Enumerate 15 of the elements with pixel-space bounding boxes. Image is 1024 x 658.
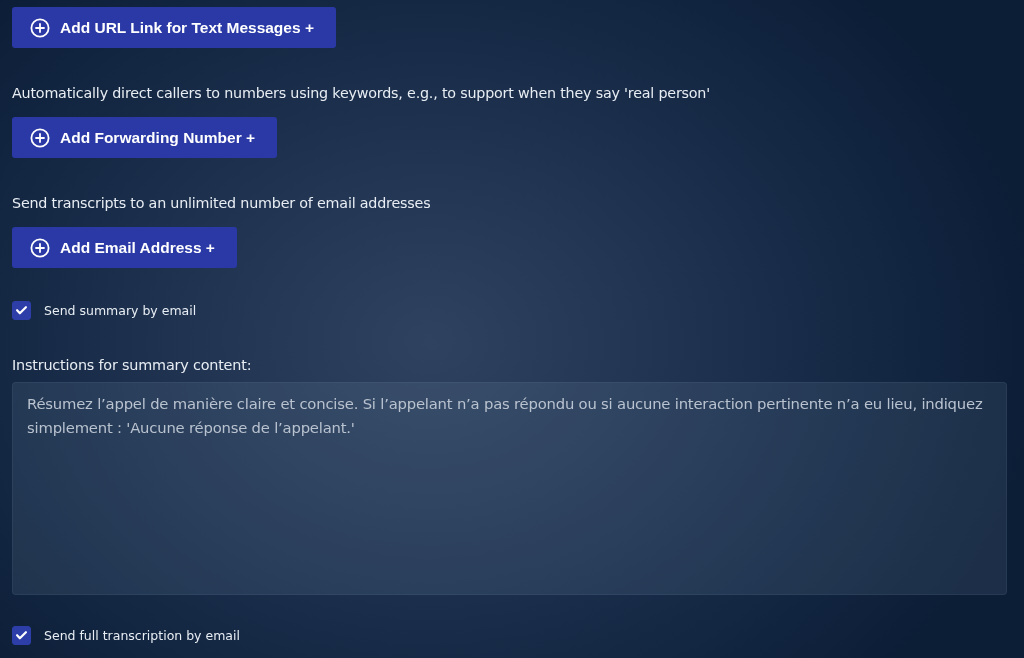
add-button[interactable]: Add URL Link for Text Messages + bbox=[12, 7, 336, 48]
description-text: Send transcripts to an unlimited number of email addresses bbox=[12, 194, 431, 213]
field-label: Instructions for summary content: bbox=[12, 356, 253, 375]
checkbox-label: Send summary by email bbox=[44, 301, 197, 320]
plus-circle-icon bbox=[30, 237, 50, 258]
checkbox-label: Send full transcription by email bbox=[44, 626, 240, 645]
description-text: Automatically direct callers to numbers using keywords, e.g., to support when they say 'real person' bbox=[12, 84, 710, 103]
add-button[interactable]: Add Forwarding Number + bbox=[12, 117, 278, 158]
plus-circle-icon bbox=[30, 17, 50, 38]
checkbox[interactable] bbox=[12, 626, 31, 645]
check-icon bbox=[16, 306, 27, 315]
plus-circle-icon bbox=[30, 127, 50, 148]
check-icon bbox=[16, 631, 27, 640]
checkbox[interactable] bbox=[12, 301, 31, 320]
add-button[interactable]: Add Email Address + bbox=[12, 227, 237, 268]
